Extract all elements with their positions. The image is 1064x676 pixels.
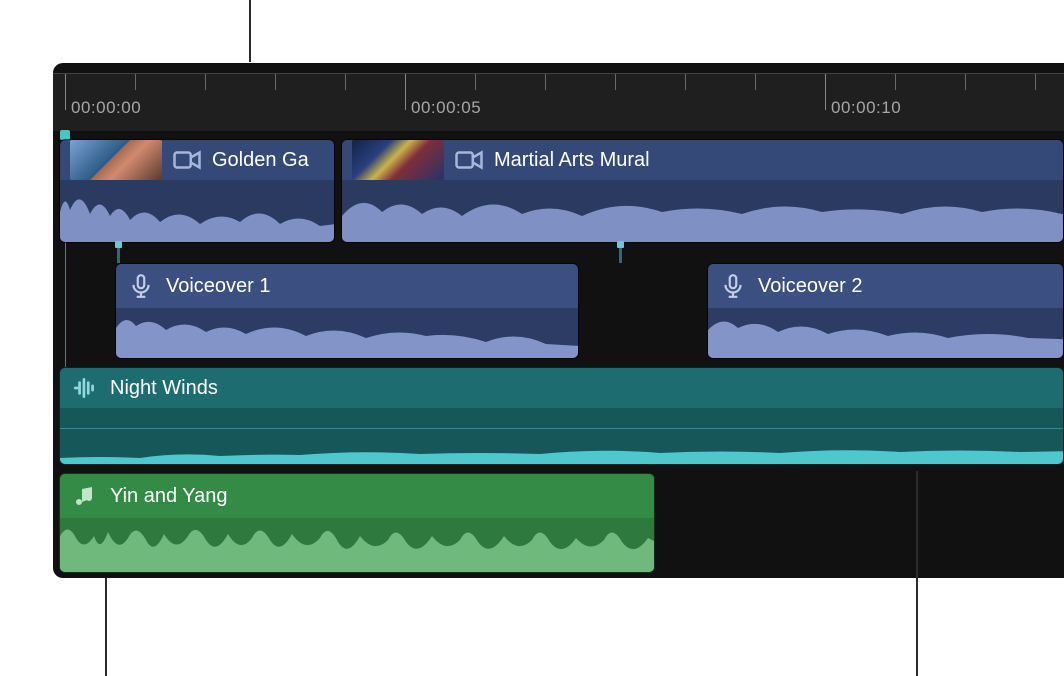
clip-connector-line [117,248,120,263]
waveform [60,182,335,242]
callout-line-top [249,0,251,62]
clip-thumbnail [352,140,444,180]
callout-line-bottom-right [916,471,918,676]
clip-connector-line [619,248,622,263]
sfx-clip-night-winds[interactable]: Night Winds [59,367,1064,465]
music-note-icon [70,481,100,511]
waveform [116,308,579,358]
video-camera-icon [454,145,484,175]
clip-connector [617,241,624,248]
video-clip-martial-arts[interactable]: Martial Arts Mural [341,139,1064,243]
sound-wave-icon [70,373,100,403]
video-clip-golden-gate[interactable]: Golden Ga [59,139,335,243]
playhead[interactable] [64,131,66,132]
ruler-tick-label: 00:00:05 [411,98,481,118]
clip-label: Golden Ga [212,149,309,172]
ruler-tick-label: 00:00:10 [831,98,901,118]
clip-label: Yin and Yang [110,485,228,508]
waveform [708,308,1064,358]
clip-label: Night Winds [110,377,218,400]
voiceover-clip-1[interactable]: Voiceover 1 [115,263,579,359]
clip-connector [115,241,122,248]
clip-label: Martial Arts Mural [494,149,650,172]
time-ruler[interactable]: 00:00:00 00:00:05 00:00:10 [53,73,1064,131]
ruler-tick-label: 00:00:00 [71,98,141,118]
timeline-panel[interactable]: 00:00:00 00:00:05 00:00:10 [53,63,1064,578]
microphone-icon [718,271,748,301]
waveform [60,428,1064,464]
music-clip-yin-yang[interactable]: Yin and Yang [59,473,655,573]
callout-line-bottom-left [105,578,107,676]
tracks-area[interactable]: Golden Ga Martial Arts Mural [53,139,1064,578]
clip-thumbnail [70,140,162,180]
clip-label: Voiceover 2 [758,275,863,298]
waveform [342,182,1064,242]
waveform [60,518,655,572]
clip-label: Voiceover 1 [166,275,271,298]
voiceover-clip-2[interactable]: Voiceover 2 [707,263,1064,359]
video-camera-icon [172,145,202,175]
microphone-icon [126,271,156,301]
